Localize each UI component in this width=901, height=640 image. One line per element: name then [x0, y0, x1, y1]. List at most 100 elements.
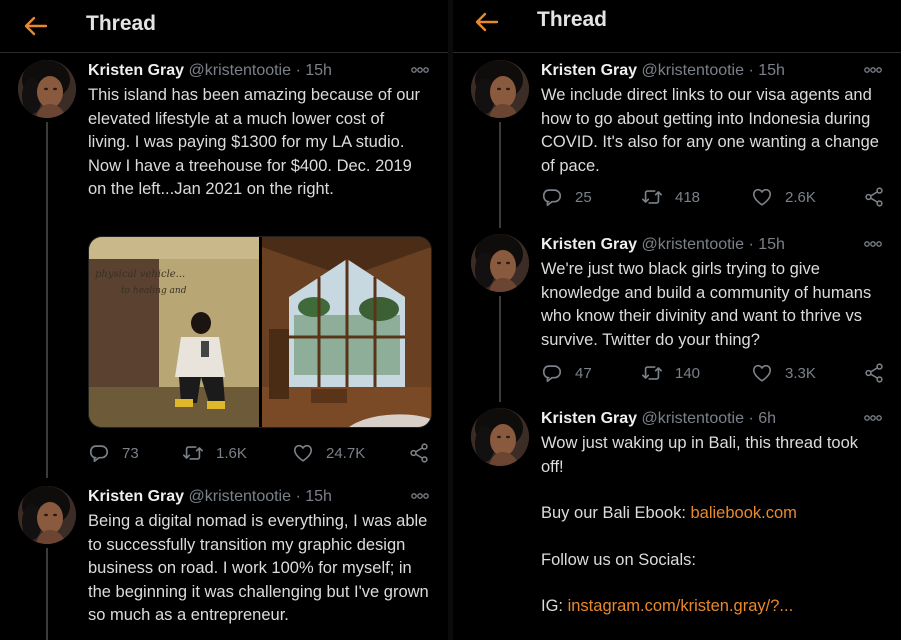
follow-text: Follow us on Socials: — [541, 550, 696, 569]
avatar[interactable] — [471, 60, 529, 118]
like-button[interactable]: 3.3K — [751, 362, 816, 384]
like-icon — [751, 362, 773, 384]
separator: · — [748, 236, 754, 253]
tweet-text: We're just two black girls trying to giv… — [541, 260, 872, 349]
tweet-time: 15h — [305, 488, 332, 505]
ebook-line: Buy our Bali Ebook: baliebook.com — [541, 502, 883, 526]
tweet-meta: Kristen Gray @kristentootie · 15h — [88, 486, 430, 508]
thread-line — [499, 122, 501, 228]
reply-icon — [541, 186, 563, 208]
retweet-button[interactable]: 140 — [641, 362, 700, 384]
like-button[interactable]: 24.7K — [292, 442, 365, 464]
user-handle[interactable]: @kristentootie — [642, 62, 745, 79]
retweet-button[interactable]: 418 — [641, 186, 700, 208]
ebook-label: Buy our Bali Ebook: — [541, 504, 691, 522]
share-icon — [863, 362, 885, 384]
tweet-meta: Kristen Gray @kristentootie · 15h — [541, 234, 883, 256]
avatar[interactable] — [471, 408, 529, 466]
page-title: Thread — [86, 12, 157, 35]
header: Thread — [453, 0, 901, 53]
tweet-text-line: Wow just waking up in Bali, this thread … — [541, 434, 859, 476]
separator: · — [295, 62, 301, 79]
separator: · — [295, 488, 301, 505]
reply-icon — [541, 362, 563, 384]
thread-line — [46, 548, 48, 640]
more-icon[interactable] — [863, 238, 883, 250]
like-button[interactable]: 2.6K — [751, 186, 816, 208]
reply-count: 25 — [575, 188, 592, 206]
separator: · — [748, 410, 754, 427]
reply-button[interactable]: 73 — [88, 442, 139, 464]
photo-caption-text-2: to healing and — [121, 286, 187, 296]
tweet-body: Kristen Gray @kristentootie · 15h We inc… — [541, 60, 883, 178]
page-title: Thread — [537, 8, 608, 31]
tweet-text: This island has been amazing because of … — [88, 86, 421, 198]
reply-count: 73 — [122, 444, 139, 462]
tweet-actions: 47 140 3.3K — [541, 362, 883, 386]
retweet-count: 1.6K — [216, 444, 247, 462]
retweet-count: 140 — [675, 364, 701, 382]
retweet-count: 418 — [675, 188, 701, 206]
tweet-actions: 73 1.6K 24.7K — [88, 442, 430, 466]
reply-button[interactable]: 47 — [541, 362, 592, 384]
retweet-icon — [641, 186, 663, 208]
like-count: 3.3K — [785, 364, 816, 382]
retweet-icon — [182, 442, 204, 464]
ebook-link[interactable]: baliebook.com — [691, 504, 797, 522]
retweet-icon — [641, 362, 663, 384]
thread-line — [46, 122, 48, 478]
tweet-text: We include direct links to our visa agen… — [541, 86, 879, 175]
user-handle[interactable]: @kristentootie — [642, 236, 745, 253]
like-icon — [751, 186, 773, 208]
avatar[interactable] — [18, 60, 76, 118]
tweet-actions: 25 418 2.6K — [541, 186, 883, 210]
tweet-body: Kristen Gray @kristentootie · 15h We're … — [541, 234, 883, 352]
user-name[interactable]: Kristen Gray — [88, 488, 184, 505]
reply-count: 47 — [575, 364, 592, 382]
avatar[interactable] — [18, 486, 76, 544]
share-button[interactable] — [863, 362, 885, 384]
reply-button[interactable]: 25 — [541, 186, 592, 208]
ig-label: IG: — [541, 597, 568, 615]
ig-link[interactable]: instagram.com/kristen.gray/?... — [568, 597, 794, 615]
tweet-text: Being a digital nomad is everything, I w… — [88, 512, 429, 624]
avatar[interactable] — [471, 234, 529, 292]
user-name[interactable]: Kristen Gray — [88, 62, 184, 79]
left-thread-panel: Thread Kristen Gray @kristentootie · 15h… — [0, 0, 448, 640]
user-handle[interactable]: @kristentootie — [189, 62, 292, 79]
header: Thread — [0, 0, 448, 53]
tweet-time: 15h — [758, 62, 785, 79]
tweet-body: Kristen Gray @kristentootie · 15h Being … — [88, 486, 430, 628]
tweet-body: Kristen Gray @kristentootie · 6h Wow jus… — [541, 408, 883, 619]
retweet-button[interactable]: 1.6K — [182, 442, 247, 464]
photo-treehouse-right[interactable] — [262, 237, 431, 427]
ig-line: IG: instagram.com/kristen.gray/?... — [541, 595, 883, 619]
tweet-text: Wow just waking up in Bali, this thread … — [541, 432, 883, 619]
share-icon — [863, 186, 885, 208]
user-name[interactable]: Kristen Gray — [541, 62, 637, 79]
more-icon[interactable] — [863, 412, 883, 424]
photo-caption-text: physical vehicle... — [95, 269, 185, 280]
reply-icon — [88, 442, 110, 464]
share-icon — [408, 442, 430, 464]
like-icon — [292, 442, 314, 464]
tweet-time: 15h — [758, 236, 785, 253]
user-handle[interactable]: @kristentootie — [189, 488, 292, 505]
user-name[interactable]: Kristen Gray — [541, 236, 637, 253]
share-button[interactable] — [863, 186, 885, 208]
photo-room-left[interactable] — [89, 237, 259, 427]
user-handle[interactable]: @kristentootie — [642, 410, 745, 427]
thread-line — [499, 296, 501, 402]
back-arrow-icon[interactable] — [22, 12, 50, 40]
more-icon[interactable] — [863, 64, 883, 76]
more-icon[interactable] — [410, 64, 430, 76]
back-arrow-icon[interactable] — [473, 8, 501, 36]
more-icon[interactable] — [410, 490, 430, 502]
user-name[interactable]: Kristen Gray — [541, 410, 637, 427]
tweet-time: 6h — [758, 410, 777, 427]
tweet-media[interactable]: physical vehicle... to healing and — [88, 236, 432, 428]
right-thread-panel: Thread Kristen Gray @kristentootie · 15h… — [453, 0, 901, 640]
like-count: 24.7K — [326, 444, 366, 462]
tweet-meta: Kristen Gray @kristentootie · 15h — [541, 60, 883, 82]
share-button[interactable] — [408, 442, 430, 464]
